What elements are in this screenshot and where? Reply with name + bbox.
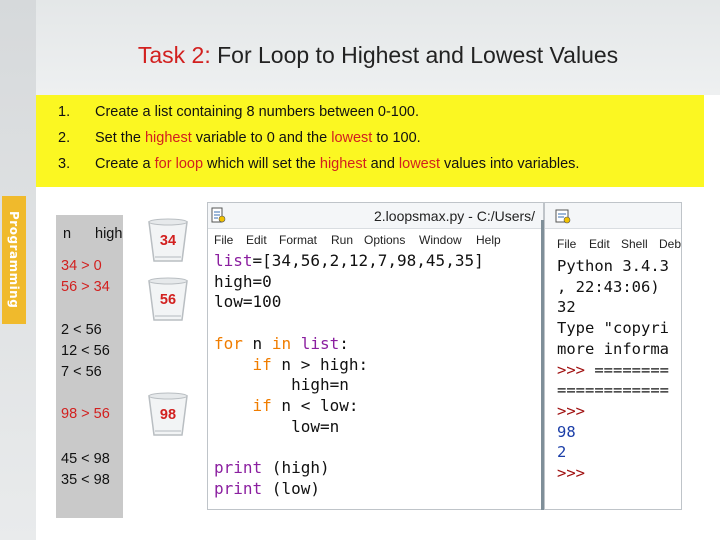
code-keyword: for	[214, 333, 243, 353]
code-token: =[34,56,2,12,7,98,45,35]	[252, 251, 484, 270]
task-text: Create a	[95, 156, 155, 172]
task-number: 1.	[58, 104, 71, 120]
shell-line: , 22:43:06)	[557, 277, 660, 296]
glass-cup-value: 98	[159, 407, 177, 423]
code-token: print	[214, 458, 263, 478]
shell-menu-edit[interactable]: Edit	[589, 237, 610, 251]
shell-titlebar[interactable]	[545, 203, 681, 229]
code-token: (low)	[262, 478, 320, 498]
menu-options[interactable]: Options	[364, 233, 405, 247]
code-token: n	[242, 333, 272, 353]
shell-prompt: >>>	[557, 360, 585, 379]
shell-output-text[interactable]: Python 3.4.3 , 22:43:06) 32 Type "copyri…	[557, 256, 669, 484]
glass-cup: 34	[145, 217, 191, 265]
task-text: Set the	[95, 130, 145, 146]
code-editor-text[interactable]: list=[34,56,2,12,7,98,45,35] high=0 low=…	[214, 251, 484, 499]
code-token: n > high:	[271, 354, 369, 374]
worksheet-line: 12 < 56	[61, 343, 110, 359]
worksheet-line: 7 < 56	[61, 364, 102, 380]
task-text: to 100.	[372, 130, 421, 146]
task-keyword: highest	[144, 130, 192, 146]
code-line: high=0	[214, 271, 272, 291]
menu-file[interactable]: File	[214, 233, 233, 247]
worksheet-line: 56 > 34	[61, 279, 110, 295]
shell-output-value: 98	[557, 422, 576, 441]
code-keyword: if	[252, 354, 272, 374]
code-token: :	[339, 333, 349, 353]
task-number: 3.	[58, 156, 71, 172]
task-box: 1. Create a list containing 8 numbers bet…	[36, 95, 704, 187]
glass-cup: 56	[145, 276, 191, 324]
shell-menu-debug[interactable]: Deb	[659, 237, 681, 251]
task-item: 1. Create a list containing 8 numbers bet…	[58, 104, 419, 120]
editor-titlebar[interactable]: 2.loopsmax.py - C:/Users/	[208, 203, 543, 229]
shell-line: Type "copyri	[557, 319, 669, 338]
code-keyword: if	[252, 395, 272, 415]
worksheet-header-n: n	[63, 226, 72, 242]
slide-title-rest: For Loop to Highest and Lowest Values	[210, 42, 619, 68]
worksheet-line: 45 < 98	[61, 451, 110, 467]
menu-window[interactable]: Window	[419, 233, 462, 247]
worksheet-line: 35 < 98	[61, 472, 110, 488]
shell-line: ============	[557, 381, 669, 400]
task-item: 3. Create a for loop which will set the h…	[58, 156, 579, 172]
glass-cup: 98	[145, 391, 191, 439]
code-line: high=n	[291, 375, 349, 395]
code-token: (high)	[262, 458, 330, 478]
code-line: low=100	[214, 292, 282, 312]
task-text: Create a list containing 8 numbers betwe…	[95, 104, 420, 120]
worksheet-line: 98 > 56	[61, 406, 110, 422]
shell-prompt: >>>	[557, 464, 585, 483]
python-shell-window[interactable]: File Edit Shell Deb Python 3.4.3 , 22:43…	[544, 202, 682, 510]
task-keyword: for loop	[154, 156, 204, 172]
task-text: variable to 0 and the	[191, 130, 332, 146]
task-keyword: lowest	[398, 156, 441, 172]
code-token: print	[214, 478, 263, 498]
task-item: 2. Set the highest variable to 0 and the …	[58, 130, 421, 146]
menu-run[interactable]: Run	[331, 233, 353, 247]
menu-help[interactable]: Help	[476, 233, 501, 247]
worksheet-line: 34 > 0	[61, 258, 102, 274]
editor-menubar: File Edit Format Run Options Window Help	[208, 230, 543, 250]
shell-menu-file[interactable]: File	[557, 237, 576, 251]
editor-title: 2.loopsmax.py - C:/Users/	[374, 208, 536, 224]
shell-prompt: >>>	[557, 401, 585, 420]
slide-title: Task 2: For Loop to Highest and Lowest V…	[36, 42, 720, 69]
shell-line: 32	[557, 298, 576, 317]
code-token: list	[214, 251, 253, 270]
glass-cup-value: 56	[159, 292, 177, 308]
glass-cup-value: 34	[159, 233, 177, 249]
worksheet-line: 2 < 56	[61, 322, 102, 338]
python-shell-icon	[555, 209, 571, 224]
task-text: values into variables.	[440, 156, 580, 172]
menu-format[interactable]: Format	[279, 233, 317, 247]
shell-line: more informa	[557, 339, 669, 358]
code-token: list	[291, 333, 340, 353]
code-line: low=n	[291, 416, 340, 436]
shell-line: ========	[585, 360, 669, 379]
side-label: Programming	[2, 196, 26, 324]
side-label-text: Programming	[7, 211, 21, 309]
task-text: and	[366, 156, 399, 172]
task-keyword: highest	[319, 156, 367, 172]
code-token: n < low:	[271, 395, 359, 415]
task-text: which will set the	[203, 156, 320, 172]
python-file-icon	[211, 207, 226, 223]
shell-menu-shell[interactable]: Shell	[621, 237, 648, 251]
code-keyword: in	[271, 333, 292, 353]
shell-line: Python 3.4.3	[557, 257, 669, 275]
worksheet-header-high: high	[95, 226, 123, 242]
slide-title-prefix: Task 2:	[137, 42, 211, 68]
menu-edit[interactable]: Edit	[246, 233, 267, 247]
idle-editor-window[interactable]: 2.loopsmax.py - C:/Users/ File Edit Form…	[207, 202, 544, 510]
shell-menubar: File Edit Shell Deb	[545, 234, 681, 254]
task-keyword: lowest	[331, 130, 373, 146]
task-number: 2.	[58, 130, 71, 146]
shell-output-value: 2	[557, 443, 567, 462]
